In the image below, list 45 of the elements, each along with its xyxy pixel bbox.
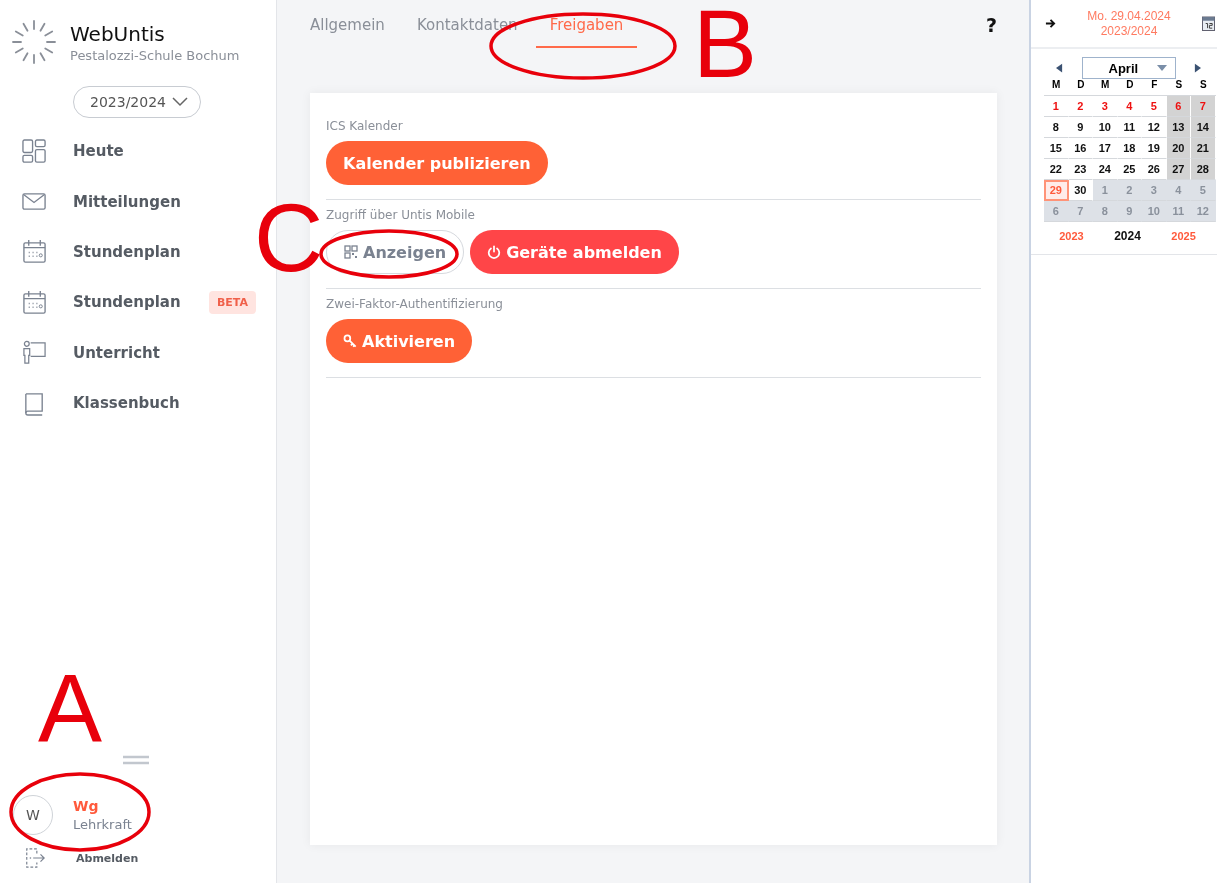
school-name: Pestalozzi-Schule Bochum — [70, 47, 240, 63]
person-board-icon — [22, 340, 47, 366]
calendar-day[interactable]: 13 — [1166, 117, 1191, 138]
nav-link[interactable]: Stundenplan — [73, 293, 181, 312]
dropdown-icon — [1156, 65, 1167, 71]
previous-month-icon[interactable] — [1056, 63, 1063, 73]
arrow-right-icon[interactable] — [1045, 18, 1056, 29]
logout-link[interactable]: Abmelden — [76, 851, 139, 865]
dashboard-icon — [22, 138, 47, 164]
current-date: Mo. 29.04.2024 — [1087, 8, 1171, 24]
calendar-icon — [22, 289, 47, 315]
logo-icon — [10, 18, 58, 66]
app-name: WebUntis — [70, 21, 166, 46]
calendar-day[interactable]: 20 — [1166, 138, 1191, 159]
logout-icon — [24, 847, 46, 869]
chevron-down-icon — [172, 97, 188, 107]
power-icon — [487, 245, 502, 259]
calendar-day[interactable]: 28 — [1191, 159, 1216, 180]
annotation-letter: A — [38, 660, 103, 756]
calendar-icon[interactable] — [1202, 16, 1215, 31]
section-title: Zwei-Faktor-Authentifizierung — [326, 297, 504, 311]
calendar-day[interactable]: 27 — [1166, 159, 1191, 180]
annotation-letter: B — [693, 0, 758, 92]
year-selector[interactable]: 2023/2024 — [73, 86, 201, 118]
nav-link[interactable]: Mitteilungen — [73, 192, 181, 211]
section-title: Zugriff über Untis Mobile — [326, 208, 476, 222]
help-button[interactable]: ? — [985, 0, 997, 36]
school-year: 2023/2024 — [1100, 23, 1158, 39]
user-name: Wg — [73, 798, 100, 814]
nav-link[interactable]: Unterricht — [73, 343, 160, 362]
calendar-day[interactable]: 14 — [1191, 117, 1216, 138]
month-select[interactable]: April — [1081, 57, 1176, 79]
beta-badge: BETA — [208, 290, 256, 314]
next-month-icon[interactable] — [1194, 63, 1201, 73]
annotation-letter: C — [254, 190, 324, 286]
nav-link[interactable]: Stundenplan — [73, 242, 181, 261]
nav-link[interactable]: Heute — [73, 142, 124, 161]
user-role: Lehrkraft — [73, 817, 132, 832]
calendar-day[interactable]: 21 — [1191, 138, 1216, 159]
calendar-icon — [22, 239, 47, 265]
key-icon — [343, 334, 357, 348]
nav-link[interactable]: Klassenbuch — [73, 394, 180, 413]
section-title: ICS Kalender — [326, 119, 404, 133]
qr-code-icon — [344, 245, 358, 259]
year-link[interactable]: 2024 — [1108, 228, 1147, 244]
